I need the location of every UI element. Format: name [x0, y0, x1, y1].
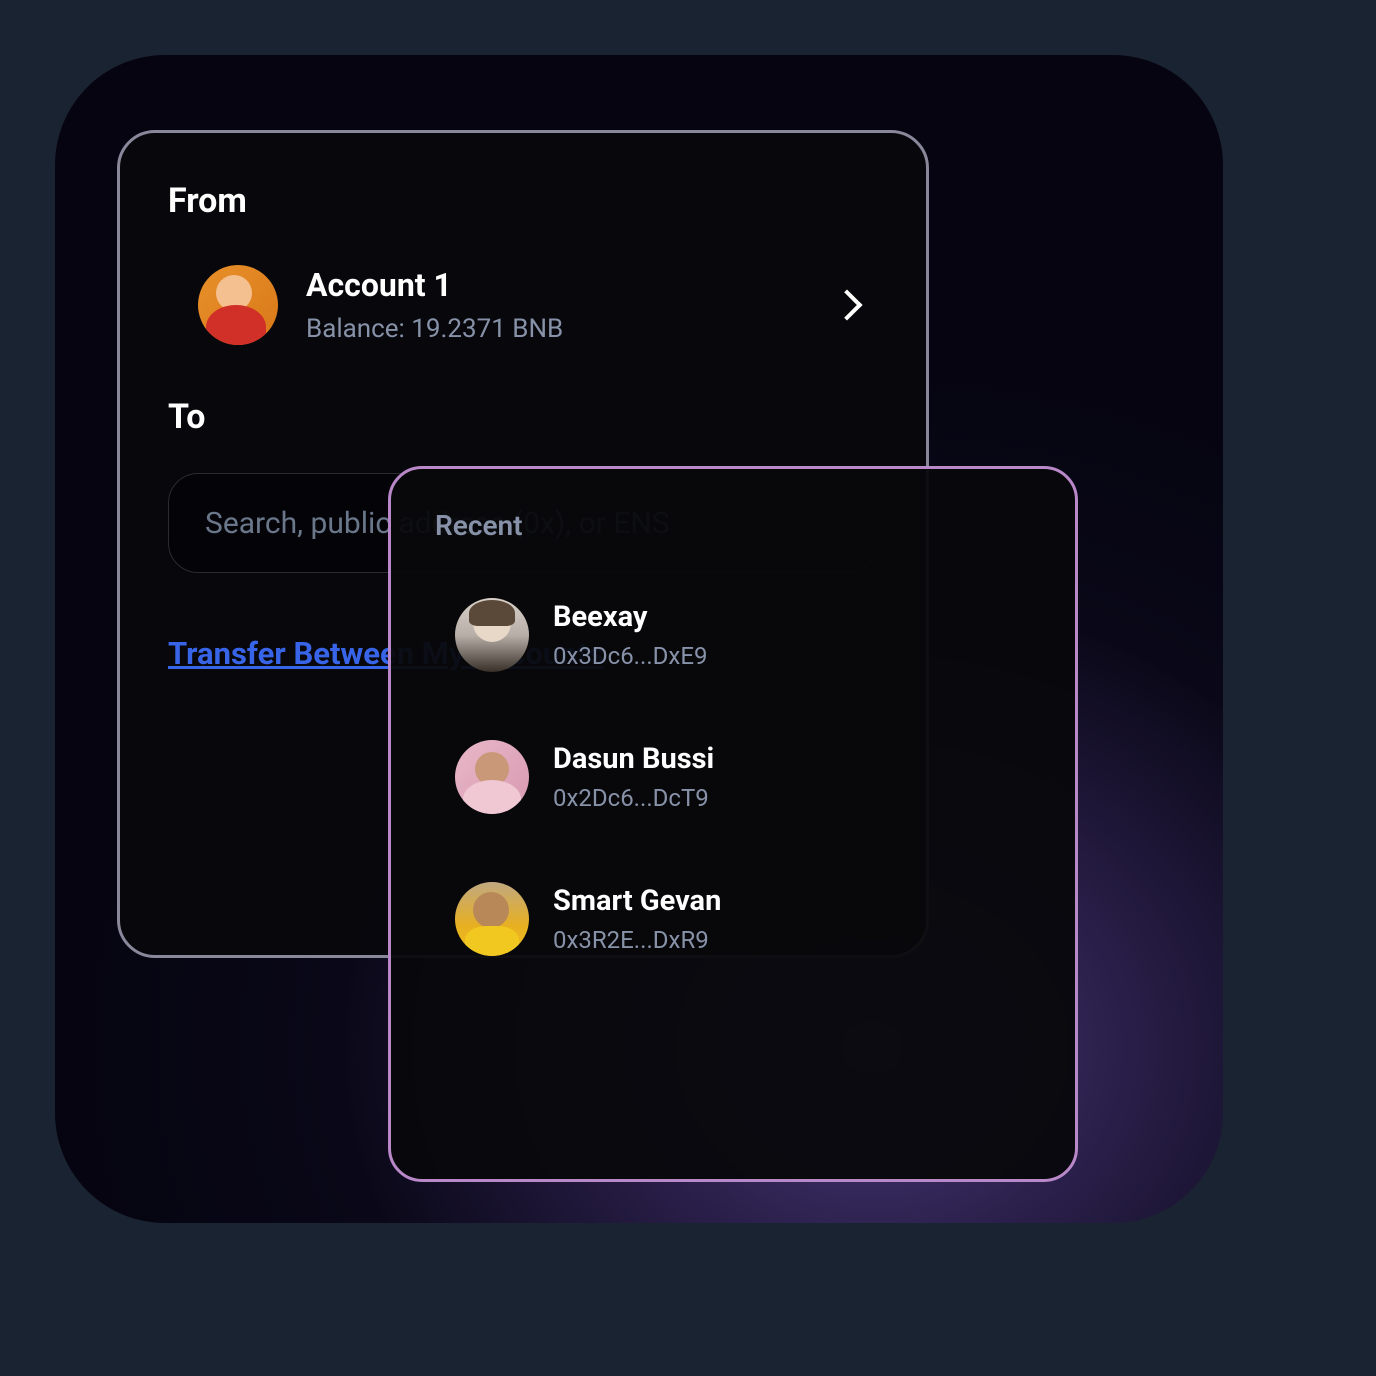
avatar — [198, 265, 278, 345]
account-balance: Balance: 19.2371 BNB — [306, 314, 808, 344]
chevron-right-icon — [831, 289, 862, 320]
contact-name: Beexay — [553, 600, 707, 634]
from-label: From — [168, 181, 878, 221]
contact-name: Smart Gevan — [553, 884, 721, 918]
account-name: Account 1 — [306, 266, 808, 304]
account-info: Account 1 Balance: 19.2371 BNB — [306, 266, 808, 344]
recent-panel: Recent Beexay 0x3Dc6...DxE9 Dasun Bussi … — [388, 466, 1078, 1182]
contact-name: Dasun Bussi — [553, 742, 714, 776]
recent-title: Recent — [435, 509, 1031, 542]
recent-contact[interactable]: Smart Gevan 0x3R2E...DxR9 — [435, 866, 1031, 972]
contact-address: 0x3Dc6...DxE9 — [553, 642, 707, 670]
contact-address: 0x2Dc6...DcT9 — [553, 784, 714, 812]
recent-contact[interactable]: Dasun Bussi 0x2Dc6...DcT9 — [435, 724, 1031, 830]
contact-address: 0x3R2E...DxR9 — [553, 926, 721, 954]
account-selector[interactable]: Account 1 Balance: 19.2371 BNB — [168, 265, 878, 345]
to-label: To — [168, 397, 878, 437]
avatar — [455, 598, 529, 672]
recent-contact[interactable]: Beexay 0x3Dc6...DxE9 — [435, 582, 1031, 688]
avatar — [455, 882, 529, 956]
avatar — [455, 740, 529, 814]
